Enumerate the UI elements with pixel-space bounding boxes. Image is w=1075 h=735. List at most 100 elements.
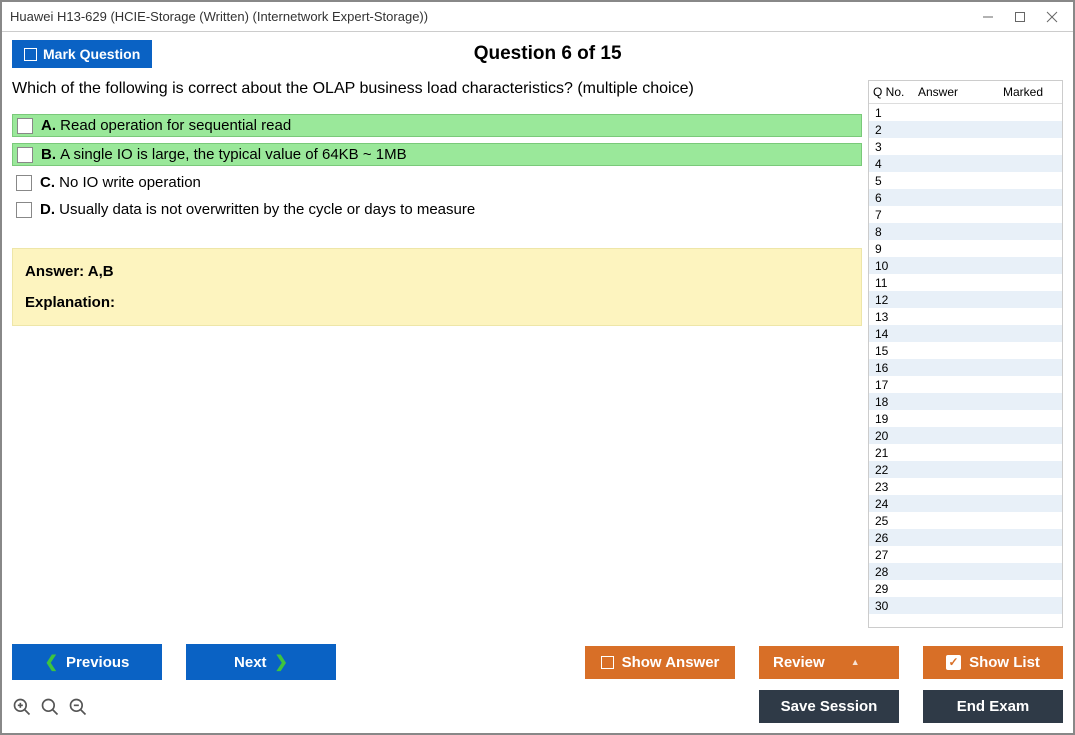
option-a[interactable]: A. Read operation for sequential read <box>12 114 862 137</box>
question-list-row[interactable]: 24 <box>869 495 1062 512</box>
mark-checkbox-icon <box>24 48 37 61</box>
content-area: Mark Question Question 6 of 15 Which of … <box>2 32 1073 636</box>
window-controls <box>981 10 1065 24</box>
end-exam-button[interactable]: End Exam <box>923 690 1063 723</box>
checkbox-icon[interactable] <box>17 147 33 163</box>
option-text: A. Read operation for sequential read <box>41 117 291 134</box>
dropdown-arrow-icon: ▲ <box>851 657 860 667</box>
zoom-reset-icon[interactable] <box>12 697 32 717</box>
question-list-panel: Q No. Answer Marked 12345678910111213141… <box>868 80 1063 628</box>
row-qno: 9 <box>875 242 920 256</box>
question-list-row[interactable]: 23 <box>869 478 1062 495</box>
explanation-label: Explanation: <box>25 294 849 311</box>
checkbox-icon[interactable] <box>16 202 32 218</box>
question-list-row[interactable]: 3 <box>869 138 1062 155</box>
review-button[interactable]: Review ▲ <box>759 646 899 679</box>
question-list-row[interactable]: 10 <box>869 257 1062 274</box>
row-qno: 30 <box>875 599 920 613</box>
option-c[interactable]: C. No IO write operation <box>12 172 862 193</box>
question-list-row[interactable]: 9 <box>869 240 1062 257</box>
col-qno: Q No. <box>873 85 918 99</box>
minimize-button[interactable] <box>981 10 995 24</box>
checkbox-icon[interactable] <box>17 118 33 134</box>
question-list-row[interactable]: 2 <box>869 121 1062 138</box>
question-list-row[interactable]: 11 <box>869 274 1062 291</box>
question-list-row[interactable]: 4 <box>869 155 1062 172</box>
show-answer-button[interactable]: Show Answer <box>585 646 735 679</box>
mark-question-button[interactable]: Mark Question <box>12 40 152 68</box>
titlebar: Huawei H13-629 (HCIE-Storage (Written) (… <box>2 2 1073 32</box>
row-qno: 27 <box>875 548 920 562</box>
row-qno: 22 <box>875 463 920 477</box>
question-list-row[interactable]: 22 <box>869 461 1062 478</box>
option-b[interactable]: B. A single IO is large, the typical val… <box>12 143 862 166</box>
question-list-row[interactable]: 30 <box>869 597 1062 614</box>
question-list-row[interactable]: 6 <box>869 189 1062 206</box>
mark-question-label: Mark Question <box>43 46 140 62</box>
row-qno: 1 <box>875 106 920 120</box>
question-list-row[interactable]: 21 <box>869 444 1062 461</box>
question-list-row[interactable]: 17 <box>869 376 1062 393</box>
zoom-in-icon[interactable] <box>40 697 60 717</box>
question-list-row[interactable]: 28 <box>869 563 1062 580</box>
question-list-row[interactable]: 27 <box>869 546 1062 563</box>
question-list-row[interactable]: 7 <box>869 206 1062 223</box>
check-icon: ✓ <box>946 655 961 670</box>
next-label: Next <box>234 654 267 671</box>
main-row: Which of the following is correct about … <box>12 80 1063 628</box>
review-label: Review <box>773 654 825 671</box>
question-list-row[interactable]: 26 <box>869 529 1062 546</box>
question-list-row[interactable]: 5 <box>869 172 1062 189</box>
col-marked: Marked <box>988 85 1058 99</box>
question-list-row[interactable]: 20 <box>869 427 1062 444</box>
show-list-button[interactable]: ✓ Show List <box>923 646 1063 679</box>
question-list-row[interactable]: 25 <box>869 512 1062 529</box>
question-list-row[interactable]: 18 <box>869 393 1062 410</box>
question-counter: Question 6 of 15 <box>152 43 1063 65</box>
button-row-1: ❮ Previous Next ❯ Show Answer Review ▲ ✓… <box>12 644 1063 680</box>
previous-label: Previous <box>66 654 129 671</box>
row-qno: 11 <box>875 276 920 290</box>
row-qno: 3 <box>875 140 920 154</box>
zoom-controls <box>12 697 88 717</box>
button-row-2: Save Session End Exam <box>12 690 1063 723</box>
question-list-row[interactable]: 12 <box>869 291 1062 308</box>
end-exam-label: End Exam <box>957 698 1030 715</box>
col-answer: Answer <box>918 85 988 99</box>
question-list-row[interactable]: 14 <box>869 325 1062 342</box>
row-qno: 28 <box>875 565 920 579</box>
question-list-row[interactable]: 1 <box>869 104 1062 121</box>
zoom-out-icon[interactable] <box>68 697 88 717</box>
question-list-row[interactable]: 29 <box>869 580 1062 597</box>
row-qno: 23 <box>875 480 920 494</box>
next-button[interactable]: Next ❯ <box>186 644 336 680</box>
option-d[interactable]: D. Usually data is not overwritten by th… <box>12 199 862 220</box>
question-list-row[interactable]: 13 <box>869 308 1062 325</box>
row-qno: 12 <box>875 293 920 307</box>
window-title: Huawei H13-629 (HCIE-Storage (Written) (… <box>10 9 981 24</box>
option-text: D. Usually data is not overwritten by th… <box>40 201 475 218</box>
question-list-row[interactable]: 8 <box>869 223 1062 240</box>
row-qno: 20 <box>875 429 920 443</box>
question-list-row[interactable]: 16 <box>869 359 1062 376</box>
close-button[interactable] <box>1045 10 1059 24</box>
save-session-button[interactable]: Save Session <box>759 690 899 723</box>
question-list-body[interactable]: 1234567891011121314151617181920212223242… <box>869 104 1062 627</box>
row-qno: 4 <box>875 157 920 171</box>
row-qno: 19 <box>875 412 920 426</box>
maximize-button[interactable] <box>1013 10 1027 24</box>
question-panel: Which of the following is correct about … <box>12 80 862 628</box>
option-text: C. No IO write operation <box>40 174 201 191</box>
checkbox-icon[interactable] <box>16 175 32 191</box>
question-text: Which of the following is correct about … <box>12 80 862 98</box>
question-list-header: Q No. Answer Marked <box>869 81 1062 104</box>
bottom-bar: ❮ Previous Next ❯ Show Answer Review ▲ ✓… <box>2 636 1073 733</box>
previous-button[interactable]: ❮ Previous <box>12 644 162 680</box>
row-qno: 5 <box>875 174 920 188</box>
question-list-row[interactable]: 15 <box>869 342 1062 359</box>
question-list-row[interactable]: 19 <box>869 410 1062 427</box>
row-qno: 18 <box>875 395 920 409</box>
chevron-left-icon: ❮ <box>45 652 58 672</box>
row-qno: 29 <box>875 582 920 596</box>
row-qno: 14 <box>875 327 920 341</box>
